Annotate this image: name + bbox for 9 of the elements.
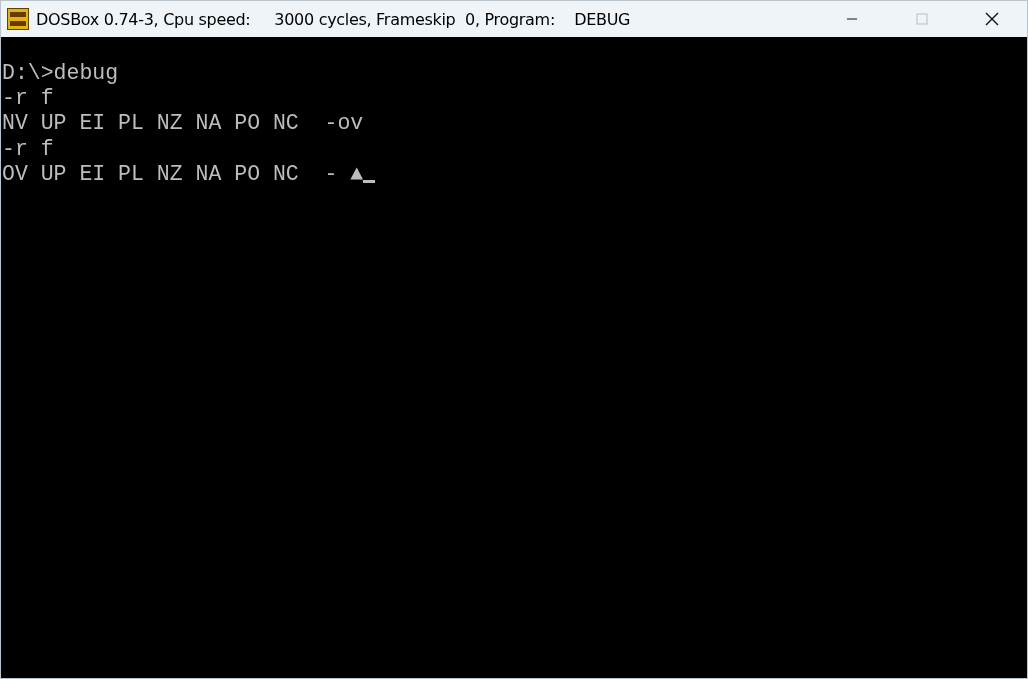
console-line: -r f [2,136,54,162]
window-title: DOSBox 0.74-3, Cpu speed: 3000 cycles, Frameskip 0, Program: DEBUG [36,9,632,29]
dosbox-logo-icon [7,8,29,30]
console-line: NV UP EI PL NZ NA PO NC -ov [2,111,364,137]
console-line: D:\>debug [2,61,119,87]
maximize-icon [916,13,928,25]
close-icon [985,12,999,26]
console-line: -r f [2,86,54,112]
console-line: OV UP EI PL NZ NA PO NC - ▲ [2,161,364,187]
